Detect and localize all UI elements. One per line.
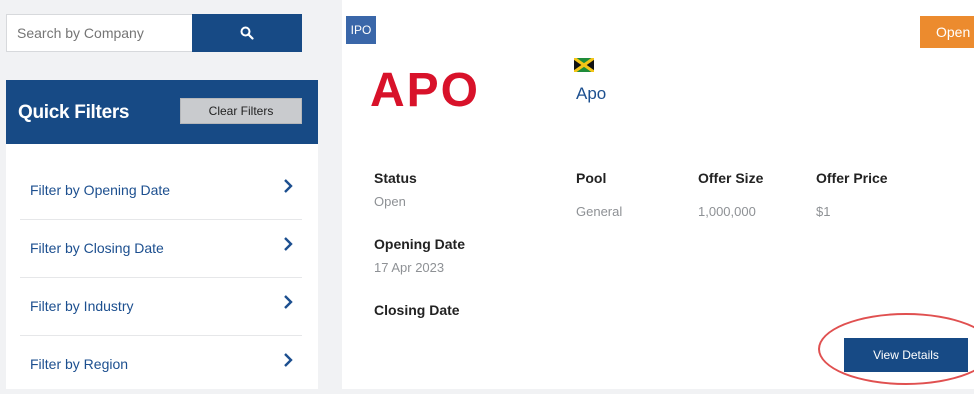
chevron-right-icon bbox=[284, 179, 293, 193]
offer-price-label: Offer Price bbox=[816, 170, 888, 186]
pool-label: Pool bbox=[576, 170, 607, 186]
ipo-type-tag: IPO bbox=[346, 16, 376, 44]
search-input[interactable] bbox=[6, 14, 192, 52]
offer-size-label: Offer Size bbox=[698, 170, 764, 186]
filter-label: Filter by Opening Date bbox=[30, 182, 171, 198]
chevron-right-icon bbox=[284, 237, 293, 251]
filter-label: Filter by Industry bbox=[30, 298, 134, 314]
chevron-right-icon bbox=[284, 353, 293, 367]
filter-list: Filter by Opening Date Filter by Closing… bbox=[6, 144, 318, 389]
status-value: Open bbox=[374, 194, 406, 209]
status-badge: Open bbox=[920, 16, 974, 48]
filter-label: Filter by Closing Date bbox=[30, 240, 164, 256]
company-name: Apo bbox=[576, 84, 607, 103]
opening-date-value: 17 Apr 2023 bbox=[374, 260, 445, 275]
clear-filters-button[interactable]: Clear Filters bbox=[180, 98, 302, 124]
quick-filters-title: Quick Filters bbox=[18, 102, 130, 123]
search-button[interactable] bbox=[192, 14, 302, 52]
filter-opening-date[interactable]: Filter by Opening Date bbox=[20, 162, 302, 220]
filter-label: Filter by Region bbox=[30, 356, 129, 372]
view-details-button[interactable]: View Details bbox=[844, 338, 968, 372]
jamaica-flag-icon bbox=[574, 58, 594, 72]
chevron-right-icon bbox=[284, 295, 293, 309]
filter-region[interactable]: Filter by Region bbox=[20, 336, 302, 394]
offer-price-value: $1 bbox=[816, 204, 831, 219]
sidebar: Quick Filters Clear Filters Filter by Op… bbox=[0, 0, 320, 389]
status-label: Status bbox=[374, 170, 417, 186]
logo-text: APO bbox=[370, 66, 480, 112]
closing-date-label: Closing Date bbox=[374, 302, 460, 318]
filter-industry[interactable]: Filter by Industry bbox=[20, 278, 302, 336]
quick-filters-header: Quick Filters Clear Filters bbox=[6, 80, 318, 144]
ipo-card: IPO Open APO Apo Status Open Pool Genera… bbox=[342, 0, 974, 389]
filter-closing-date[interactable]: Filter by Closing Date bbox=[20, 220, 302, 278]
opening-date-label: Opening Date bbox=[374, 236, 466, 252]
pool-value: General bbox=[576, 204, 623, 219]
company-logo: APO bbox=[370, 66, 480, 112]
offer-size-value: 1,000,000 bbox=[698, 204, 756, 219]
search-icon bbox=[240, 26, 254, 40]
